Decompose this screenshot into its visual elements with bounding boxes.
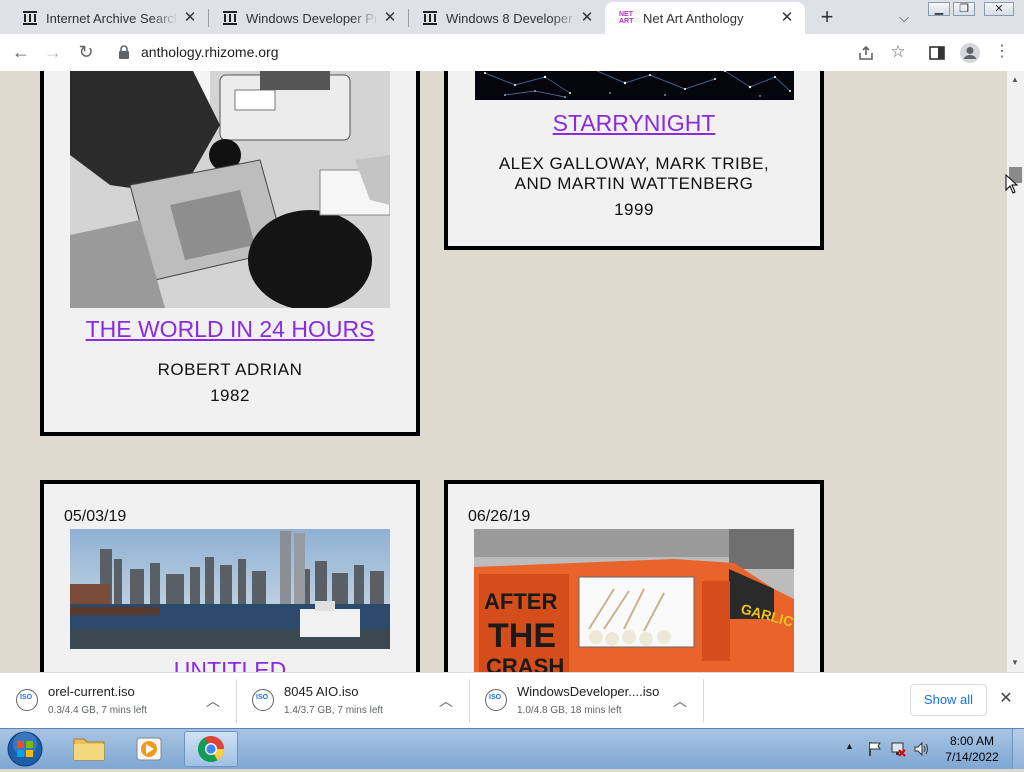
internet-archive-icon bbox=[223, 11, 237, 25]
iso-file-icon: ISO bbox=[16, 689, 38, 711]
artwork-photo-skyline[interactable] bbox=[70, 529, 390, 649]
reload-icon[interactable]: ↻ bbox=[74, 40, 98, 64]
tab-strip: Internet Archive Search: w ✕ Windows Dev… bbox=[0, 0, 1024, 34]
tab-search-chevron-icon[interactable]: ⌵ bbox=[894, 8, 914, 28]
taskbar-chrome[interactable] bbox=[184, 731, 238, 767]
bookmark-star-icon[interactable]: ☆ bbox=[886, 40, 910, 64]
net-art-favicon-icon: NET ART bbox=[619, 10, 635, 27]
show-all-downloads-button[interactable]: Show all bbox=[910, 684, 987, 716]
download-progress: 1.0/4.8 GB, 18 mins left bbox=[517, 705, 622, 716]
chrome-icon bbox=[197, 736, 225, 763]
artwork-year: 1982 bbox=[210, 386, 250, 405]
media-player-icon bbox=[136, 737, 162, 761]
artwork-title-link[interactable]: THE WORLD IN 24 HOURS bbox=[44, 316, 416, 343]
tab-close-icon[interactable]: ✕ bbox=[779, 10, 795, 26]
artwork-card-untitled: 05/03/19 UNTITLED bbox=[40, 480, 420, 672]
truck-sign-word-the: THE bbox=[488, 617, 556, 655]
network-disconnected-icon[interactable] bbox=[889, 740, 907, 758]
chevron-up-icon[interactable]: ︿ bbox=[206, 691, 220, 711]
chevron-up-icon[interactable]: ︿ bbox=[673, 691, 687, 711]
clock-time: 8:00 AM bbox=[949, 734, 995, 748]
new-tab-plus-icon[interactable]: + bbox=[815, 6, 839, 30]
artwork-card-starrynight: STARRYNIGHT ALEX GALLOWAY, MARK TRIBE, A… bbox=[444, 71, 824, 250]
tab-title: Net Art Anthology bbox=[643, 10, 744, 26]
action-center-flag-icon[interactable] bbox=[866, 740, 884, 758]
side-panel-icon[interactable] bbox=[928, 44, 946, 62]
artwork-title-link[interactable]: STARRYNIGHT bbox=[448, 110, 820, 137]
back-arrow-icon[interactable]: ← bbox=[9, 40, 33, 64]
taskbar-clock[interactable]: 8:00 AM 7/14/2022 bbox=[939, 733, 1005, 765]
close-download-shelf-icon[interactable]: ✕ bbox=[996, 689, 1016, 709]
show-hidden-icons-arrow[interactable]: ▲ bbox=[845, 741, 854, 751]
download-progress: 1.4/3.7 GB, 7 mins left bbox=[284, 705, 383, 716]
internet-archive-icon bbox=[23, 11, 37, 25]
download-item[interactable]: ISO orel-current.iso 0.3/4.4 GB, 7 mins … bbox=[0, 673, 236, 729]
chevron-up-icon[interactable]: ︿ bbox=[439, 691, 453, 711]
internet-archive-icon bbox=[423, 11, 437, 25]
minimize-window-icon[interactable]: ▁ bbox=[928, 2, 950, 16]
download-shelf: ISO orel-current.iso 0.3/4.4 GB, 7 mins … bbox=[0, 672, 1024, 729]
profile-avatar-icon[interactable] bbox=[959, 42, 981, 64]
windows-taskbar: ▲ 8:00 AM 7/14/2022 bbox=[0, 728, 1024, 769]
artwork-artist: ROBERT ADRIAN bbox=[157, 360, 303, 379]
tab-windows-8-developer[interactable]: Windows 8 Developer Pr ✕ bbox=[408, 2, 605, 34]
menu-kebab-icon[interactable]: ⋮ bbox=[990, 40, 1014, 64]
tab-close-icon[interactable]: ✕ bbox=[182, 10, 198, 26]
download-progress: 0.3/4.4 GB, 7 mins left bbox=[48, 705, 147, 716]
download-separator bbox=[703, 679, 704, 723]
tab-close-icon[interactable]: ✕ bbox=[579, 10, 595, 26]
page-content: THE WORLD IN 24 HOURS ROBERT ADRIAN 1982… bbox=[0, 71, 1007, 672]
restore-window-icon[interactable]: ❐ bbox=[953, 2, 975, 16]
favicon-line2: ART bbox=[619, 17, 634, 25]
download-filename: WindowsDeveloper....iso bbox=[517, 684, 660, 699]
tab-title: Windows 8 Developer Pr bbox=[446, 10, 578, 26]
download-filename: 8045 AIO.iso bbox=[284, 684, 359, 699]
mouse-cursor-icon bbox=[1005, 174, 1019, 194]
artwork-artists-line1: ALEX GALLOWAY, MARK TRIBE, bbox=[498, 154, 770, 173]
close-window-icon[interactable]: ✕ bbox=[984, 2, 1014, 16]
taskbar-media-player[interactable] bbox=[122, 731, 176, 767]
folder-icon bbox=[73, 738, 105, 761]
iso-file-icon-label: ISO bbox=[20, 694, 33, 701]
download-item[interactable]: ISO 8045 AIO.iso 1.4/3.7 GB, 7 mins left… bbox=[236, 673, 469, 729]
tab-title: Internet Archive Search: w bbox=[46, 10, 178, 26]
share-icon[interactable] bbox=[857, 44, 875, 62]
truck-sign-word-crash: CRASH bbox=[486, 654, 564, 672]
iso-file-icon: ISO bbox=[252, 689, 274, 711]
tab-internet-archive[interactable]: Internet Archive Search: w ✕ bbox=[8, 2, 208, 34]
artwork-card-world-in-24-hours: THE WORLD IN 24 HOURS ROBERT ADRIAN 1982 bbox=[40, 71, 420, 436]
iso-file-icon-label: ISO bbox=[489, 694, 502, 701]
download-filename: orel-current.iso bbox=[48, 684, 135, 699]
windows-start-orb-icon[interactable] bbox=[6, 730, 44, 768]
truck-sign-word-after: AFTER bbox=[484, 589, 557, 614]
browser-toolbar: ← → ↻ anthology.rhizome.org ☆ ⋮ bbox=[0, 34, 1024, 72]
artwork-image-starrynight[interactable] bbox=[475, 71, 794, 100]
forward-arrow-icon[interactable]: → bbox=[41, 40, 65, 64]
show-desktop-button[interactable] bbox=[1012, 729, 1024, 769]
tab-title: Windows Developer Prev bbox=[246, 10, 378, 26]
iso-file-icon: ISO bbox=[485, 689, 507, 711]
tab-windows-developer-preview[interactable]: Windows Developer Prev ✕ bbox=[208, 2, 408, 34]
taskbar-file-explorer[interactable] bbox=[62, 731, 116, 767]
tab-net-art-anthology[interactable]: NET ART Net Art Anthology ✕ bbox=[605, 2, 805, 34]
favicon-line1: NET bbox=[619, 10, 633, 18]
download-item[interactable]: ISO WindowsDeveloper....iso 1.0/4.8 GB, … bbox=[469, 673, 703, 729]
artwork-year: 1999 bbox=[614, 200, 654, 219]
scroll-up-arrow-icon[interactable]: ▲ bbox=[1011, 75, 1019, 84]
artwork-card-garlic-truck: 06/26/19 AFTER THE CRASH GARLIC bbox=[444, 480, 824, 672]
clock-date: 7/14/2022 bbox=[945, 750, 999, 764]
artwork-photo-world-in-24-hours[interactable] bbox=[70, 71, 390, 308]
artwork-photo-garlic-truck[interactable]: AFTER THE CRASH GARLIC bbox=[474, 529, 794, 672]
artwork-title-link[interactable]: UNTITLED bbox=[44, 657, 416, 672]
volume-speaker-icon[interactable] bbox=[912, 740, 930, 758]
artwork-date: 06/26/19 bbox=[468, 508, 531, 525]
artwork-date: 05/03/19 bbox=[64, 508, 127, 525]
artwork-artists-line2: AND MARTIN WATTENBERG bbox=[514, 174, 754, 193]
iso-file-icon-label: ISO bbox=[256, 694, 269, 701]
url-text[interactable]: anthology.rhizome.org bbox=[141, 44, 278, 60]
lock-icon[interactable] bbox=[118, 45, 130, 59]
scroll-down-arrow-icon[interactable]: ▼ bbox=[1011, 658, 1019, 667]
page-scrollbar[interactable]: ▲ ▼ bbox=[1007, 71, 1024, 672]
tab-close-icon[interactable]: ✕ bbox=[382, 10, 398, 26]
